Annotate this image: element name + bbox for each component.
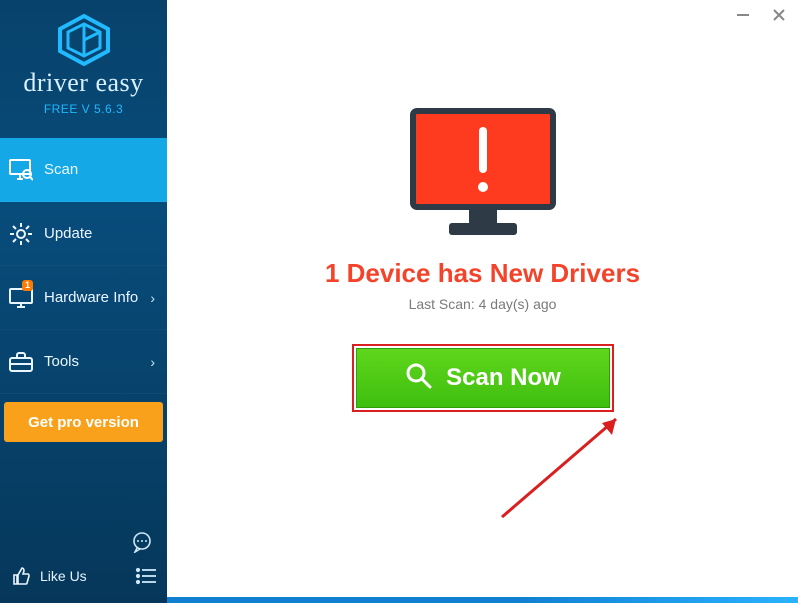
- get-pro-button[interactable]: Get pro version: [4, 402, 163, 442]
- window-controls: [732, 4, 790, 26]
- sidebar-item-tools[interactable]: Tools ›: [0, 330, 167, 394]
- brand-logo-icon: [0, 14, 167, 66]
- chevron-right-icon: ›: [150, 290, 155, 306]
- scan-button-label: Scan Now: [446, 364, 561, 392]
- sidebar-item-update[interactable]: Update: [0, 202, 167, 266]
- scan-now-button[interactable]: Scan Now: [356, 348, 610, 408]
- status-headline: 1 Device has New Drivers: [167, 258, 798, 289]
- scan-button-highlight: Scan Now: [352, 344, 614, 412]
- like-us-label: Like Us: [40, 568, 87, 584]
- bottom-accent-bar: [167, 597, 798, 603]
- main-content: 1 Device has New Drivers Last Scan: 4 da…: [167, 0, 798, 603]
- search-icon: [404, 361, 432, 396]
- menu-list-icon[interactable]: [135, 565, 157, 587]
- sidebar-nav: Scan Update 1 Hardware Info › Tools ›: [0, 138, 167, 394]
- gear-icon: [8, 221, 34, 247]
- toolbox-icon: [8, 349, 34, 375]
- last-scan-text: Last Scan: 4 day(s) ago: [167, 296, 798, 312]
- sidebar: driver easy FREE V 5.6.3 Scan Update: [0, 0, 167, 603]
- like-us-button[interactable]: Like Us: [10, 565, 87, 587]
- monitor-search-icon: [8, 157, 34, 183]
- thumbs-up-icon: [10, 565, 32, 587]
- nav-label: Hardware Info: [44, 289, 150, 306]
- pro-button-label: Get pro version: [28, 414, 139, 431]
- sidebar-item-hardware-info[interactable]: 1 Hardware Info ›: [0, 266, 167, 330]
- annotation-arrow-icon: [492, 405, 652, 530]
- brand-name: driver easy: [0, 68, 167, 98]
- nav-label: Tools: [44, 353, 150, 370]
- feedback-icon[interactable]: [131, 531, 153, 553]
- brand-version: FREE V 5.6.3: [0, 102, 167, 116]
- minimize-button[interactable]: [732, 4, 754, 26]
- brand-block: driver easy FREE V 5.6.3: [0, 0, 167, 124]
- sidebar-bottom: Like Us: [0, 525, 167, 603]
- nav-label: Scan: [44, 161, 155, 178]
- nav-label: Update: [44, 225, 155, 242]
- update-count-badge: 1: [22, 280, 33, 291]
- chevron-right-icon: ›: [150, 354, 155, 370]
- alert-monitor-icon: [409, 107, 557, 246]
- sidebar-item-scan[interactable]: Scan: [0, 138, 167, 202]
- close-button[interactable]: [768, 4, 790, 26]
